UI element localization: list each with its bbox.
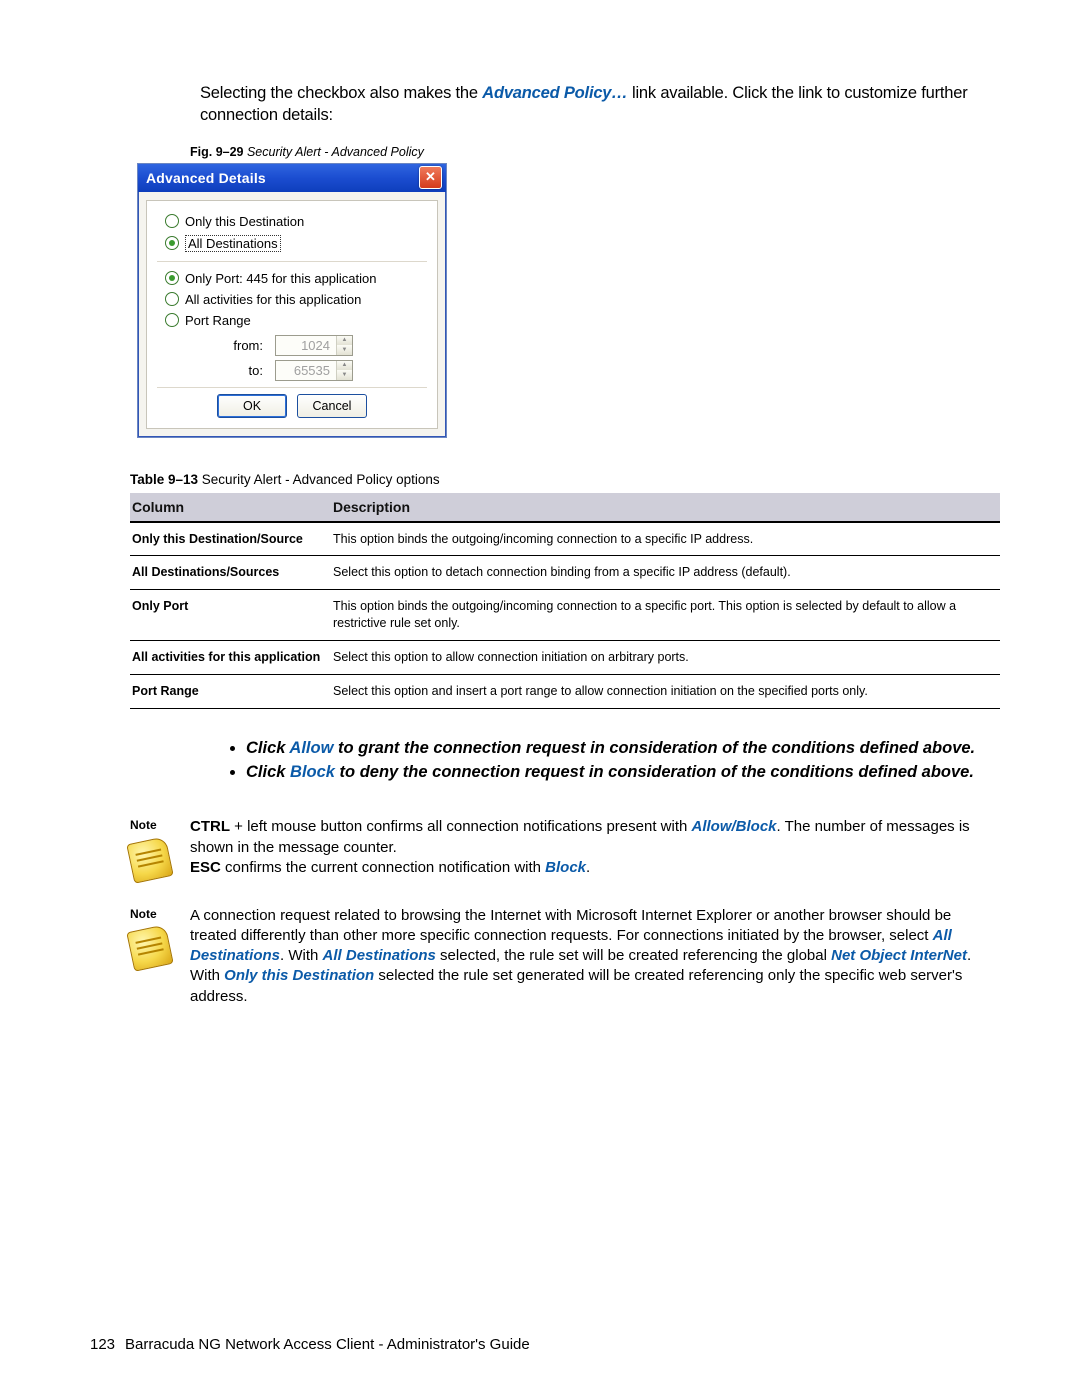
options-table: Column Description Only this Destination… [130,493,1000,709]
figure-title: Security Alert - Advanced Policy [244,145,424,159]
text: Net Object InterNet [831,947,967,964]
page-number: 123 [90,1336,115,1353]
intro-pre: Selecting the checkbox also makes the [200,84,482,102]
text: CTRL [190,818,230,835]
radio-all-destinations[interactable]: All Destinations [165,232,419,255]
radio-label: All Destinations [185,235,281,252]
table-caption: Table 9–13 Security Alert - Advanced Pol… [130,472,1000,487]
radio-icon [165,313,179,327]
text: to grant the connection request in consi… [333,739,975,757]
table-row: All activities for this applicationSelec… [130,641,1000,675]
cell: Select this option to detach connection … [331,556,1000,590]
allow-keyword: Allow [289,739,333,757]
spin-up-icon[interactable]: ▲ [337,336,352,346]
note-block-2: Note A connection request related to bro… [130,906,1000,1007]
spin-down-icon[interactable]: ▼ [337,345,352,355]
close-button[interactable]: ✕ [419,166,442,189]
cell: Only this Destination/Source [130,522,331,556]
action-bullets: Click Allow to grant the connection requ… [200,737,1000,784]
text: Allow/Block [692,818,777,835]
advanced-policy-link-text: Advanced Policy… [482,84,627,102]
ok-label: OK [243,399,261,413]
text: to deny the connection request in consid… [335,763,974,781]
spin-up-icon[interactable]: ▲ [337,361,352,371]
radio-label: Only Port: 445 for this application [185,271,377,286]
to-label: to: [203,363,275,378]
cell: This option binds the outgoing/incoming … [331,590,1000,641]
text: A connection request related to browsing… [190,907,951,944]
radio-icon [165,214,179,228]
radio-icon [165,271,179,285]
table-row: All Destinations/SourcesSelect this opti… [130,556,1000,590]
table-row: Port RangeSelect this option and insert … [130,674,1000,708]
figure-number: Fig. 9–29 [190,145,244,159]
to-spinner[interactable]: 65535 ▲▼ [275,360,353,381]
cancel-button[interactable]: Cancel [297,394,367,418]
dialog-title: Advanced Details [146,170,419,186]
text: + left mouse button confirms all connect… [230,818,692,835]
text: . With [280,947,323,964]
text: Block [545,859,586,876]
table-row: Only this Destination/SourceThis option … [130,522,1000,556]
col-header-column: Column [130,493,331,522]
note-block-1: Note CTRL + left mouse button confirms a… [130,817,1000,879]
cell: All Destinations/Sources [130,556,331,590]
note-icon [126,924,173,971]
bullet-allow: Click Allow to grant the connection requ… [246,737,1000,759]
bullet-block: Click Block to deny the connection reque… [246,761,1000,783]
intro-paragraph: Selecting the checkbox also makes the Ad… [200,82,1000,127]
radio-icon [165,236,179,250]
radio-label: Port Range [185,313,251,328]
table-title: Security Alert - Advanced Policy options [198,472,440,487]
note-text: CTRL + left mouse button confirms all co… [190,817,1000,879]
text: Click [246,763,290,781]
cell: All activities for this application [130,641,331,675]
radio-all-activities[interactable]: All activities for this application [165,289,419,310]
to-input[interactable]: 65535 [276,361,336,380]
note-icon [126,836,173,883]
text: Only this Destination [224,967,374,984]
radio-only-port[interactable]: Only Port: 445 for this application [165,268,419,289]
table-number: Table 9–13 [130,472,198,487]
divider [157,387,427,388]
cell: This option binds the outgoing/incoming … [331,522,1000,556]
ok-button[interactable]: OK [217,394,287,418]
table-row: Only PortThis option binds the outgoing/… [130,590,1000,641]
note-text: A connection request related to browsing… [190,906,1000,1007]
radio-label: Only this Destination [185,214,304,229]
text: selected, the rule set will be created r… [436,947,831,964]
cell: Port Range [130,674,331,708]
from-input[interactable]: 1024 [276,336,336,355]
note-label: Note [130,906,190,922]
figure-caption: Fig. 9–29 Security Alert - Advanced Poli… [190,145,1000,159]
from-label: from: [203,338,275,353]
note-label: Note [130,817,190,833]
doc-title: Barracuda NG Network Access Client - Adm… [125,1336,530,1353]
text: All Destinations [323,947,436,964]
col-header-description: Description [331,493,1000,522]
cell: Select this option and insert a port ran… [331,674,1000,708]
text: Click [246,739,289,757]
cell: Select this option to allow connection i… [331,641,1000,675]
advanced-details-dialog: Advanced Details ✕ Only this Destination… [137,163,447,438]
cancel-label: Cancel [313,399,352,413]
text: ESC [190,859,221,876]
radio-icon [165,292,179,306]
cell: Only Port [130,590,331,641]
text: confirms the current connection notifica… [221,859,545,876]
page-footer: 123 Barracuda NG Network Access Client - … [90,1336,530,1353]
text: . [586,859,590,876]
radio-label: All activities for this application [185,292,361,307]
radio-only-this-destination[interactable]: Only this Destination [165,211,419,232]
radio-port-range[interactable]: Port Range [165,310,419,331]
close-icon: ✕ [425,169,436,185]
spin-down-icon[interactable]: ▼ [337,370,352,380]
divider [157,261,427,262]
dialog-titlebar: Advanced Details ✕ [138,164,446,192]
from-spinner[interactable]: 1024 ▲▼ [275,335,353,356]
block-keyword: Block [290,763,335,781]
